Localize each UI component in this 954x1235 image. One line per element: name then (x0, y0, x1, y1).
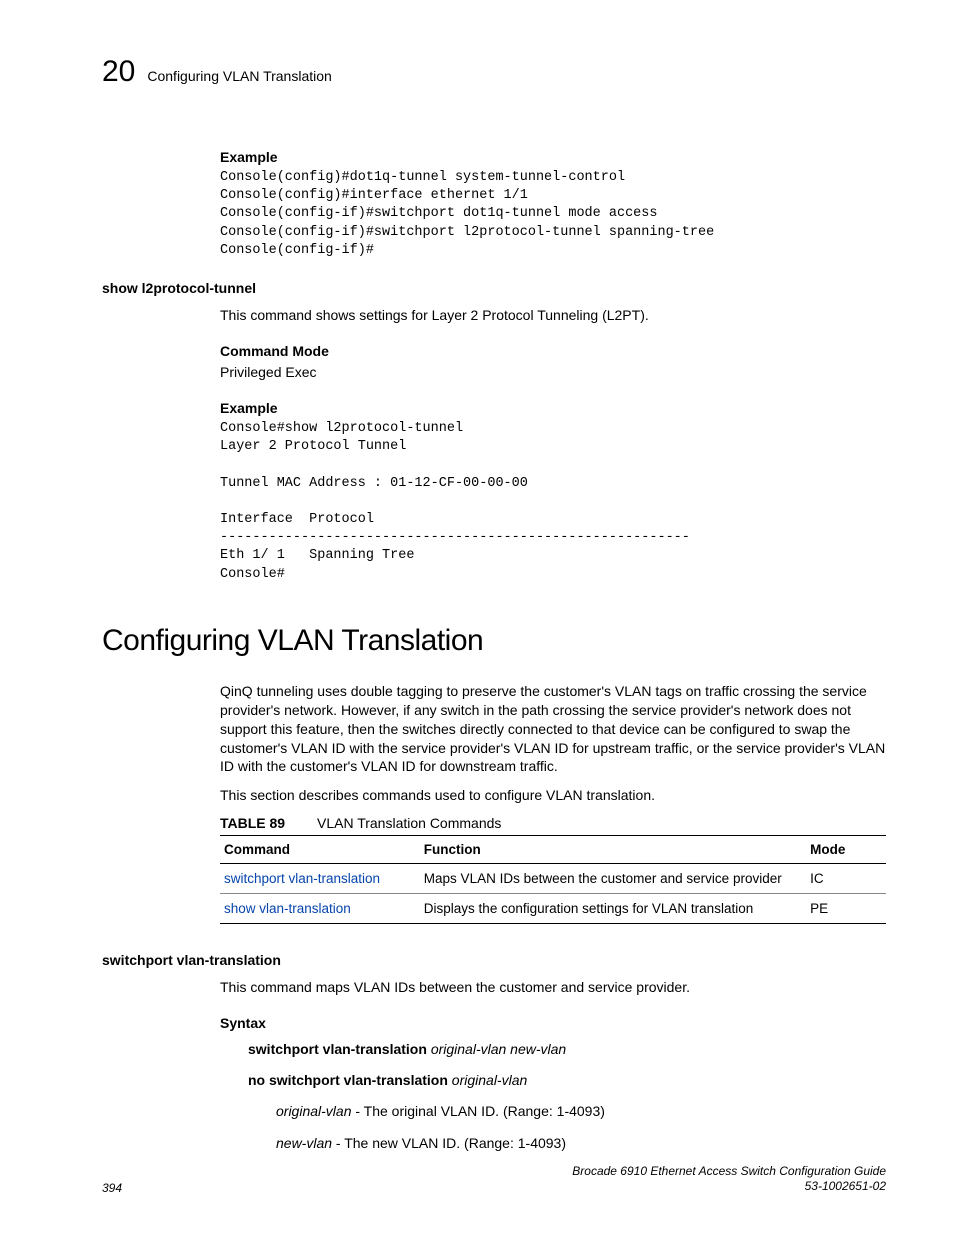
table-row: switchport vlan-translation Maps VLAN ID… (220, 864, 886, 894)
command-description-2: This command maps VLAN IDs between the c… (220, 978, 886, 997)
example-code-2: Console#show l2protocol-tunnel Layer 2 P… (220, 420, 886, 584)
example-heading-2: Example (220, 400, 886, 416)
example-code-1: Console(config)#dot1q-tunnel system-tunn… (220, 169, 886, 260)
col-header-mode: Mode (806, 836, 886, 864)
syntax-args: original-vlan new-vlan (431, 1041, 566, 1057)
command-mode-label: Command Mode (220, 343, 886, 359)
syntax-args: original-vlan (452, 1072, 527, 1088)
table-number: TABLE 89 (220, 815, 285, 831)
command-link[interactable]: show vlan-translation (224, 901, 351, 916)
intro-paragraph-2: This section describes commands used to … (220, 786, 886, 805)
doc-title: Brocade 6910 Ethernet Access Switch Conf… (572, 1164, 886, 1180)
param-name: original-vlan (276, 1103, 351, 1119)
command-mode-value: Privileged Exec (220, 363, 886, 382)
vlan-translation-commands-table: Command Function Mode switchport vlan-tr… (220, 835, 886, 924)
col-header-function: Function (420, 836, 806, 864)
doc-id: 53-1002651-02 (572, 1179, 886, 1195)
syntax-label: Syntax (220, 1015, 886, 1031)
section-heading: Configuring VLAN Translation (102, 624, 886, 658)
running-header: 20 Configuring VLAN Translation (102, 55, 886, 89)
doc-info: Brocade 6910 Ethernet Access Switch Conf… (572, 1164, 886, 1195)
syntax-line-2: no switchport vlan-translation original-… (248, 1068, 886, 1093)
chapter-title: Configuring VLAN Translation (147, 68, 331, 84)
param-original-vlan: original-vlan - The original VLAN ID. (R… (276, 1099, 886, 1124)
param-desc: - The new VLAN ID. (Range: 1-4093) (332, 1135, 566, 1151)
example-heading-1: Example (220, 149, 886, 165)
table-header-row: Command Function Mode (220, 836, 886, 864)
page-number: 394 (102, 1181, 122, 1195)
param-name: new-vlan (276, 1135, 332, 1151)
command-heading-show-l2pt: show l2protocol-tunnel (102, 280, 886, 296)
chapter-number: 20 (102, 55, 135, 89)
syntax-cmd: no switchport vlan-translation (248, 1072, 448, 1088)
param-new-vlan: new-vlan - The new VLAN ID. (Range: 1-40… (276, 1131, 886, 1156)
table-row: show vlan-translation Displays the confi… (220, 894, 886, 924)
command-description: This command shows settings for Layer 2 … (220, 306, 886, 325)
col-header-command: Command (220, 836, 420, 864)
function-cell: Displays the configuration settings for … (420, 894, 806, 924)
command-heading-switchport-vt: switchport vlan-translation (102, 952, 886, 968)
syntax-block: switchport vlan-translation original-vla… (248, 1037, 886, 1156)
function-cell: Maps VLAN IDs between the customer and s… (420, 864, 806, 894)
command-link[interactable]: switchport vlan-translation (224, 871, 380, 886)
table-title: VLAN Translation Commands (317, 815, 501, 831)
page-footer: 394 Brocade 6910 Ethernet Access Switch … (102, 1164, 886, 1195)
syntax-line-1: switchport vlan-translation original-vla… (248, 1037, 886, 1062)
table-caption: TABLE 89 VLAN Translation Commands (220, 815, 886, 831)
mode-cell: IC (806, 864, 886, 894)
param-desc: - The original VLAN ID. (Range: 1-4093) (351, 1103, 604, 1119)
mode-cell: PE (806, 894, 886, 924)
intro-paragraph-1: QinQ tunneling uses double tagging to pr… (220, 682, 886, 776)
syntax-cmd: switchport vlan-translation (248, 1041, 427, 1057)
